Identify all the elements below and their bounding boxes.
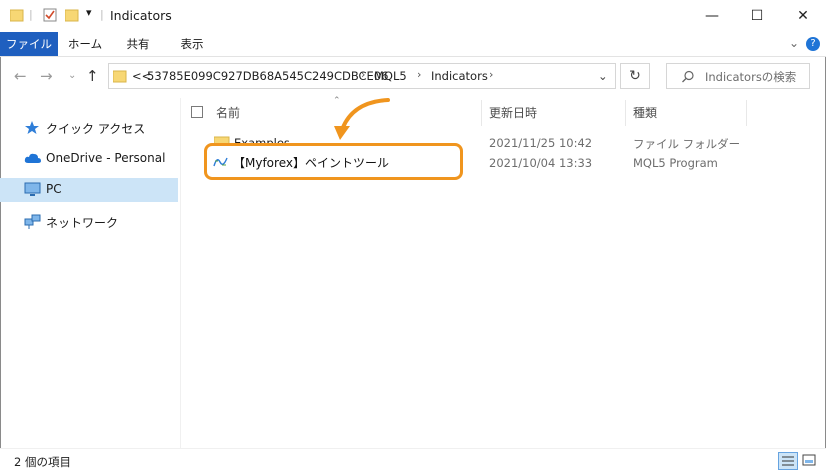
folder-icon: [10, 9, 24, 22]
nav-item-onedrive[interactable]: OneDrive - Personal: [0, 147, 178, 171]
pane-divider: [180, 98, 181, 448]
large-icons-view-button[interactable]: [800, 452, 820, 470]
column-header-modified[interactable]: 更新日時: [489, 100, 537, 126]
search-placeholder: Indicatorsの検索: [705, 70, 797, 84]
maximize-button[interactable]: ☐: [734, 0, 780, 32]
refresh-button[interactable]: ↻: [620, 63, 650, 89]
details-view-button[interactable]: [778, 452, 798, 470]
nav-item-label: PC: [46, 182, 62, 196]
divider: |: [100, 8, 104, 21]
properties-icon[interactable]: [43, 8, 57, 22]
up-arrow-icon[interactable]: ↑: [86, 67, 99, 85]
status-bar: 2 個の項目: [0, 448, 826, 474]
file-type: MQL5 Program: [633, 156, 718, 170]
star-pin-icon: [25, 121, 39, 134]
cloud-icon: [24, 153, 41, 163]
breadcrumb-separator[interactable]: ›: [417, 68, 421, 81]
nav-item-network[interactable]: ネットワーク: [0, 210, 178, 234]
search-icon: [682, 70, 694, 83]
address-bar[interactable]: << 53785E099C927DB68A545C249CDBCE06 › MQ…: [108, 63, 616, 89]
file-type: ファイル フォルダー: [633, 137, 741, 151]
file-name: 【Myforex】ペイントツール: [233, 156, 389, 170]
breadcrumb-separator[interactable]: ›: [489, 68, 493, 81]
column-header-type[interactable]: 種類: [633, 100, 657, 126]
breadcrumb-item[interactable]: Indicators: [431, 69, 488, 83]
tab-view[interactable]: 表示: [170, 32, 214, 56]
item-count: 2 個の項目: [14, 455, 71, 469]
forward-arrow-icon[interactable]: →: [40, 67, 53, 85]
tab-file[interactable]: ファイル: [0, 32, 58, 56]
nav-item-label: クイック アクセス: [46, 122, 146, 136]
annotation-arrow-icon: [334, 98, 390, 140]
nav-item-quick-access[interactable]: クイック アクセス: [0, 116, 178, 140]
recent-locations-chevron-icon[interactable]: ⌄: [68, 70, 76, 81]
divider: |: [29, 8, 33, 21]
title-bar: | ▾ | Indicators — ☐ ✕: [0, 0, 826, 32]
ribbon-expand-icon[interactable]: ⌄: [789, 36, 799, 50]
nav-item-label: ネットワーク: [46, 216, 119, 230]
folder-icon: [113, 70, 127, 83]
column-header-name[interactable]: 名前: [216, 100, 240, 126]
breadcrumb-item[interactable]: MQL5: [374, 69, 407, 83]
window-title: Indicators: [110, 8, 172, 23]
quick-access-dropdown-icon[interactable]: ▾: [86, 6, 92, 19]
back-arrow-icon[interactable]: ←: [14, 67, 27, 85]
column-divider[interactable]: [481, 100, 482, 126]
column-divider[interactable]: [625, 100, 626, 126]
details-view-icon: [782, 456, 794, 466]
nav-item-label: OneDrive - Personal: [46, 151, 166, 165]
minimize-button[interactable]: —: [689, 0, 735, 32]
monitor-icon: [24, 182, 41, 196]
help-icon[interactable]: ?: [806, 37, 820, 51]
search-box[interactable]: Indicatorsの検索: [666, 63, 810, 89]
select-all-checkbox[interactable]: [191, 106, 203, 118]
breadcrumb-separator[interactable]: ›: [361, 68, 365, 81]
highlighted-file-item[interactable]: 【Myforex】ペイントツール: [204, 143, 463, 180]
address-dropdown-chevron-icon[interactable]: ⌄: [598, 69, 608, 83]
network-icon: [24, 214, 41, 229]
indicator-wave-icon: [213, 157, 228, 167]
tab-share[interactable]: 共有: [118, 32, 158, 56]
nav-item-pc[interactable]: PC: [0, 178, 178, 202]
tab-home[interactable]: ホーム: [63, 32, 107, 56]
large-icons-view-icon: [802, 454, 816, 466]
new-folder-icon[interactable]: [65, 8, 79, 22]
file-modified: 2021/11/25 10:42: [489, 136, 593, 150]
ribbon-tabs: ファイル ホーム 共有 表示 ⌄ ?: [0, 32, 826, 57]
breadcrumb-item[interactable]: 53785E099C927DB68A545C249CDBCE06: [147, 69, 388, 83]
close-button[interactable]: ✕: [780, 0, 826, 32]
navigation-pane: クイック アクセス OneDrive - Personal PC ネットワーク: [0, 100, 178, 448]
navigation-bar: ← → ⌄ ↑ << 53785E099C927DB68A545C249CDBC…: [0, 57, 826, 95]
file-modified: 2021/10/04 13:33: [489, 156, 593, 170]
column-divider[interactable]: [746, 100, 747, 126]
